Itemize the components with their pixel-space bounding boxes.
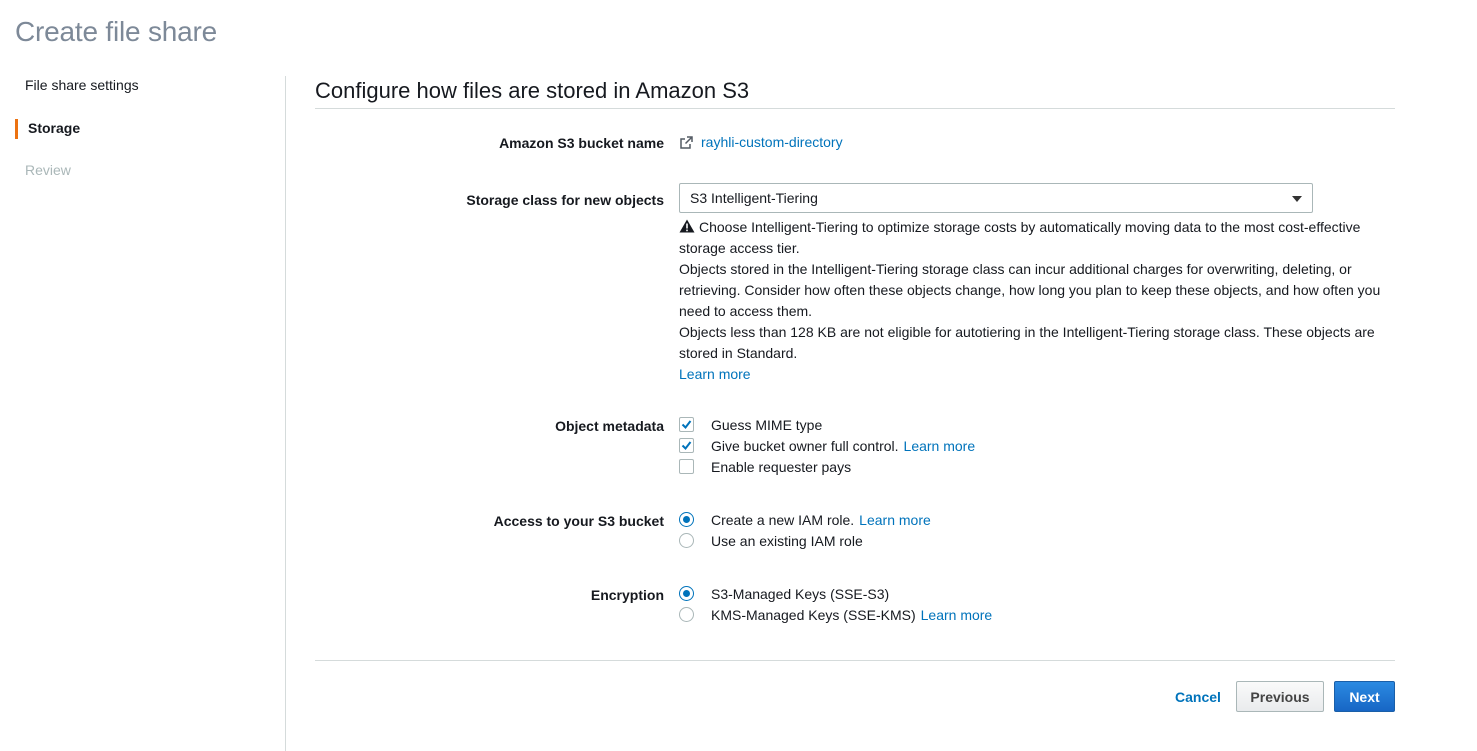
new-iam-role-label: Create a new IAM role. [711,511,855,528]
storage-class-help: Choose Intelligent-Tiering to optimize s… [679,217,1389,385]
chevron-down-icon [1292,196,1302,202]
section-title: Configure how files are stored in Amazon… [315,78,750,103]
guess-mime-option: Guess MIME type [679,414,975,435]
object-metadata-label: Object metadata [555,418,664,434]
warning-icon [679,218,695,233]
storage-class-note-charges: Objects stored in the Intelligent-Tierin… [679,261,1381,319]
storage-class-selected-value: S3 Intelligent-Tiering [690,190,818,206]
sse-kms-radio[interactable] [679,607,694,622]
bucket-access-options: Create a new IAM role. Learn more Use an… [679,509,931,551]
sse-kms-option: KMS-Managed Keys (SSE-KMS) Learn more [679,604,992,625]
storage-class-select[interactable]: S3 Intelligent-Tiering [679,183,1313,213]
iam-role-learn-more-link[interactable]: Learn more [859,512,931,528]
wizard-navigation: File share settings Storage Review [0,76,286,751]
sse-kms-label: KMS-Managed Keys (SSE-KMS) [711,606,916,623]
previous-button[interactable]: Previous [1236,681,1324,712]
object-metadata-options: Guess MIME type Give bucket owner full c… [679,414,975,477]
storage-class-warning-text: Choose Intelligent-Tiering to optimize s… [679,219,1361,256]
owner-full-control-label: Give bucket owner full control. [711,437,899,454]
requester-pays-label: Enable requester pays [711,458,852,475]
wizard-step-file-share-settings[interactable]: File share settings [25,77,139,93]
requester-pays-checkbox[interactable] [679,459,694,474]
encryption-learn-more-link[interactable]: Learn more [921,607,993,623]
sse-s3-label: S3-Managed Keys (SSE-S3) [711,585,890,602]
storage-class-learn-more-link[interactable]: Learn more [679,366,751,382]
bucket-name-label: Amazon S3 bucket name [499,135,664,151]
wizard-step-review: Review [25,162,71,178]
new-iam-role-option: Create a new IAM role. Learn more [679,509,931,530]
encryption-label: Encryption [590,587,664,603]
storage-class-note-min-size: Objects less than 128 KB are not eligibl… [679,324,1375,361]
active-step-indicator [15,119,18,139]
existing-iam-role-option: Use an existing IAM role [679,530,931,551]
external-link-icon [679,135,694,150]
page-title: Create file share [15,16,218,47]
owner-full-control-checkbox[interactable] [679,438,694,453]
existing-iam-role-label: Use an existing IAM role [711,532,863,549]
bucket-name-link[interactable]: rayhli-custom-directory [679,134,843,150]
storage-class-label: Storage class for new objects [466,192,664,208]
sse-s3-radio[interactable] [679,586,694,601]
guess-mime-checkbox[interactable] [679,417,694,432]
cancel-button[interactable]: Cancel [1175,689,1221,705]
sse-s3-option: S3-Managed Keys (SSE-S3) [679,583,992,604]
existing-iam-role-radio[interactable] [679,533,694,548]
requester-pays-option: Enable requester pays [679,456,975,477]
bucket-name-value: rayhli-custom-directory [701,134,843,150]
owner-full-control-learn-more-link[interactable]: Learn more [904,438,976,454]
encryption-options: S3-Managed Keys (SSE-S3) KMS-Managed Key… [679,583,992,625]
wizard-step-storage[interactable]: Storage [28,120,80,136]
next-button[interactable]: Next [1334,681,1395,712]
guess-mime-label: Guess MIME type [711,416,823,433]
section-divider [315,108,1395,109]
owner-full-control-option: Give bucket owner full control. Learn mo… [679,435,975,456]
footer-divider [315,660,1395,661]
new-iam-role-radio[interactable] [679,512,694,527]
bucket-access-label: Access to your S3 bucket [493,513,664,529]
